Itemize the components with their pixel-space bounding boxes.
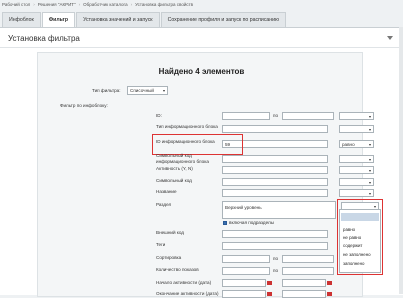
highlight-operator-dropdown bbox=[337, 199, 383, 275]
field-id-label: ID: bbox=[156, 113, 162, 118]
iblock-id-operator-value: равно bbox=[342, 142, 355, 147]
panel-title: Установка фильтра bbox=[8, 34, 80, 43]
active-input[interactable] bbox=[222, 166, 328, 174]
shows-to-input[interactable] bbox=[282, 267, 334, 275]
iblock-filter-label: Фильтр по инфоблоку: bbox=[60, 103, 108, 108]
chevron-down-icon bbox=[163, 90, 165, 92]
tab-iblock[interactable]: Инфоблок bbox=[2, 12, 41, 27]
breadcrumb-item[interactable]: Обработчик каталога bbox=[83, 2, 127, 7]
shows-from-input[interactable] bbox=[222, 267, 270, 275]
active-operator-select[interactable] bbox=[339, 166, 374, 174]
iblock-code-input[interactable] bbox=[222, 155, 328, 163]
field-code-label: Символьный код информационного блока bbox=[156, 153, 209, 164]
id-operator-select[interactable] bbox=[339, 112, 374, 120]
calendar-icon[interactable] bbox=[327, 292, 332, 296]
breadcrumb-item[interactable]: Решения "АКРИТ" bbox=[38, 2, 76, 7]
breadcrumb-separator: › bbox=[130, 2, 133, 7]
panel-header: Установка фильтра bbox=[0, 28, 403, 48]
field-shows-label: Количество показов bbox=[156, 267, 199, 272]
active-to-start-input[interactable] bbox=[222, 290, 266, 298]
active-to-end-input[interactable] bbox=[282, 290, 326, 298]
active-from-end-input[interactable] bbox=[282, 279, 326, 287]
tab-save-profile[interactable]: Сохранение профиля и запуск по расписани… bbox=[160, 12, 286, 27]
sym-code-input[interactable] bbox=[222, 178, 328, 186]
iblock-id-operator-select[interactable]: равно bbox=[339, 140, 374, 148]
breadcrumb: Рабочий стол › Решения "АКРИТ" › Обработчи… bbox=[2, 0, 193, 9]
shows-to-label: по bbox=[273, 268, 279, 273]
field-iblock-type-label: Тип информационного блока bbox=[156, 124, 218, 129]
name-operator-select[interactable] bbox=[339, 189, 374, 197]
include-subsections-checkbox[interactable] bbox=[223, 221, 227, 225]
chevron-down-icon bbox=[369, 170, 371, 172]
calendar-icon[interactable] bbox=[267, 292, 272, 296]
field-tags-label: Теги bbox=[156, 242, 166, 247]
iblock-type-operator-select[interactable] bbox=[339, 125, 374, 133]
tab-bar: Инфоблок Фильтр Установка значений и зап… bbox=[2, 12, 287, 27]
field-sym-code-label: Символьный код bbox=[156, 178, 192, 183]
filter-type-value: Списочный bbox=[130, 88, 154, 93]
name-input[interactable] bbox=[222, 189, 328, 197]
chevron-down-icon bbox=[369, 144, 371, 146]
filter-type-select[interactable]: Списочный bbox=[127, 86, 168, 95]
id-to-label: по bbox=[273, 113, 279, 118]
id-from-input[interactable] bbox=[222, 112, 270, 120]
tab-values-run[interactable]: Установка значений и запуск bbox=[76, 12, 160, 27]
section-select[interactable]: Верхний уровень bbox=[222, 201, 336, 219]
calendar-icon[interactable] bbox=[327, 281, 332, 285]
tags-input[interactable] bbox=[222, 242, 328, 250]
breadcrumb-item: Установка фильтра свойств bbox=[135, 2, 194, 7]
iblock-type-input[interactable] bbox=[222, 125, 328, 133]
chevron-down-icon bbox=[369, 182, 371, 184]
ext-code-input[interactable] bbox=[222, 230, 328, 238]
tab-filter[interactable]: Фильтр bbox=[41, 12, 76, 27]
filter-type-label: Тип фильтра: bbox=[92, 88, 121, 93]
chevron-down-icon bbox=[369, 193, 371, 195]
active-from-start-input[interactable] bbox=[222, 279, 266, 287]
collapse-arrow-icon[interactable] bbox=[387, 36, 393, 40]
breadcrumb-separator: › bbox=[33, 2, 35, 7]
id-to-input[interactable] bbox=[282, 112, 334, 120]
highlight-iblock-id bbox=[152, 134, 243, 155]
include-subsections-label: включая подразделы bbox=[229, 220, 274, 225]
sort-to-label: по bbox=[273, 256, 279, 261]
field-section-label: Раздел bbox=[156, 202, 172, 207]
iblock-code-operator-select[interactable] bbox=[339, 155, 374, 163]
chevron-down-icon bbox=[369, 116, 371, 118]
breadcrumb-item[interactable]: Рабочий стол bbox=[2, 2, 30, 7]
sort-to-input[interactable] bbox=[282, 255, 334, 263]
chevron-down-icon bbox=[369, 129, 371, 131]
field-active-label: Активность (Y, N) bbox=[156, 166, 193, 171]
calendar-icon[interactable] bbox=[267, 281, 272, 285]
breadcrumb-separator: › bbox=[78, 2, 81, 7]
field-active-from-label: Начало активности (дата) bbox=[156, 280, 212, 285]
field-sort-label: Сортировка bbox=[156, 255, 182, 260]
sort-from-input[interactable] bbox=[222, 255, 270, 263]
chevron-down-icon bbox=[369, 159, 371, 161]
found-count-heading: Найдено 4 элементов bbox=[158, 67, 245, 76]
field-name-label: Название bbox=[156, 189, 177, 194]
sym-code-operator-select[interactable] bbox=[339, 178, 374, 186]
field-ext-code-label: Внешний код bbox=[156, 230, 184, 235]
